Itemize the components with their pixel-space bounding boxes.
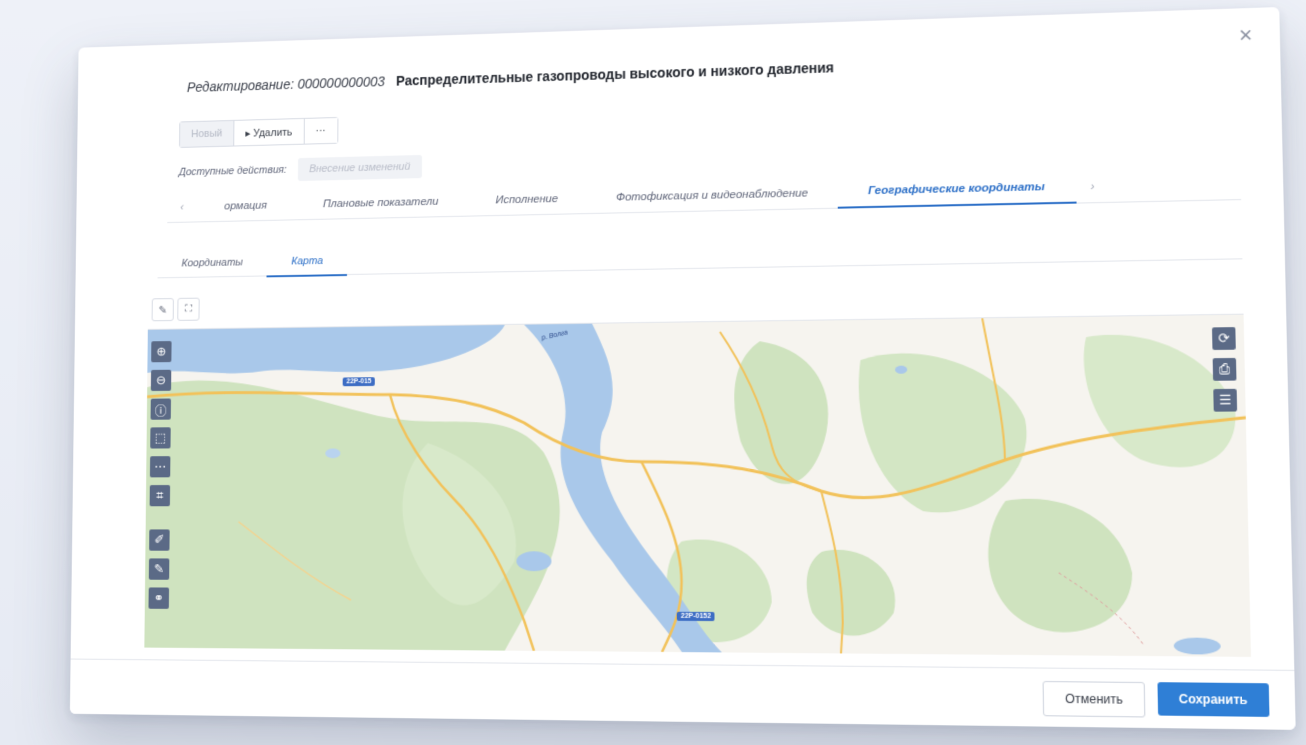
measure-icon[interactable]: ⋯ bbox=[149, 456, 171, 478]
print-icon[interactable]: ⎙ bbox=[1212, 357, 1237, 381]
tab-execution[interactable]: Исполнение bbox=[467, 184, 587, 216]
subtab-map[interactable]: Карта bbox=[266, 247, 348, 278]
tab-information[interactable]: ормация bbox=[197, 191, 295, 222]
extent-icon[interactable]: ⌗ bbox=[149, 485, 171, 507]
graph-icon[interactable]: ⚭ bbox=[148, 587, 170, 609]
save-button[interactable]: Сохранить bbox=[1157, 682, 1270, 717]
map-nav-controls: ⊕ ⊖ ⓘ ⬚ ⋯ ⌗ bbox=[149, 341, 172, 507]
delete-button[interactable]: ▸ Удалить bbox=[234, 118, 305, 146]
zoom-in-icon[interactable]: ⊕ bbox=[151, 341, 172, 363]
record-toolbar: Новый ▸ Удалить ··· bbox=[179, 116, 338, 148]
subtab-coordinates[interactable]: Координаты bbox=[158, 249, 268, 278]
zoom-out-icon[interactable]: ⊖ bbox=[150, 369, 172, 392]
dialog-footer: Отменить Сохранить bbox=[69, 658, 1296, 730]
select-area-icon[interactable]: ⬚ bbox=[150, 427, 171, 449]
title-prefix: Редактирование: bbox=[186, 76, 295, 95]
tabs-prev-arrow[interactable]: ‹ bbox=[167, 193, 197, 222]
draw-point-icon[interactable]: ✐ bbox=[149, 529, 170, 551]
dialog-title: Редактирование: 000000000003 Распределит… bbox=[187, 59, 834, 94]
stage: × Редактирование: 000000000003 Распредел… bbox=[0, 0, 1306, 745]
available-actions-label: Доступные действия: bbox=[178, 164, 287, 179]
map-view[interactable]: р. Волга 22Р-015 22Р-0152 ⊕ ⊖ ⓘ ⬚ ⋯ ⌗ ✐ … bbox=[144, 313, 1251, 657]
more-button[interactable]: ··· bbox=[304, 117, 338, 144]
draw-line-icon[interactable]: ✎ bbox=[148, 558, 170, 580]
info-icon[interactable]: ⓘ bbox=[150, 398, 171, 420]
cancel-button[interactable]: Отменить bbox=[1042, 680, 1146, 718]
layers-list-icon[interactable]: ☰ bbox=[1213, 388, 1238, 412]
map-right-controls: ⟳ ⎙ ☰ bbox=[1211, 327, 1238, 412]
road-badge-1: 22Р-015 bbox=[342, 377, 376, 387]
edit-pencil-icon[interactable]: ✎ bbox=[151, 298, 174, 322]
record-title: Распределительные газопроводы высокого и… bbox=[396, 59, 834, 89]
map-mini-tools: ✎ ⛶ bbox=[151, 297, 200, 322]
refresh-icon[interactable]: ⟳ bbox=[1211, 327, 1236, 350]
map-draw-controls: ✐ ✎ ⚭ bbox=[148, 529, 170, 609]
road-badge-2: 22Р-0152 bbox=[676, 611, 716, 622]
available-actions: Доступные действия: Внесение изменений bbox=[178, 154, 422, 184]
tab-planned-indicators[interactable]: Плановые показатели bbox=[295, 187, 467, 220]
tabs-next-arrow[interactable]: › bbox=[1076, 172, 1110, 203]
map-canvas bbox=[144, 315, 1251, 657]
tab-geo-coordinates[interactable]: Географические координаты bbox=[837, 171, 1077, 209]
tab-photo-video[interactable]: Фотофиксация и видеонаблюдение bbox=[587, 178, 838, 213]
close-icon[interactable]: × bbox=[1238, 22, 1252, 49]
edit-dialog: × Редактирование: 000000000003 Распредел… bbox=[69, 7, 1296, 730]
record-number: 000000000003 bbox=[297, 73, 385, 92]
new-button[interactable]: Новый bbox=[179, 120, 235, 147]
make-changes-button[interactable]: Внесение изменений bbox=[297, 154, 422, 182]
sub-tabs: Координаты Карта bbox=[157, 229, 1243, 279]
fullscreen-icon[interactable]: ⛶ bbox=[177, 297, 200, 321]
